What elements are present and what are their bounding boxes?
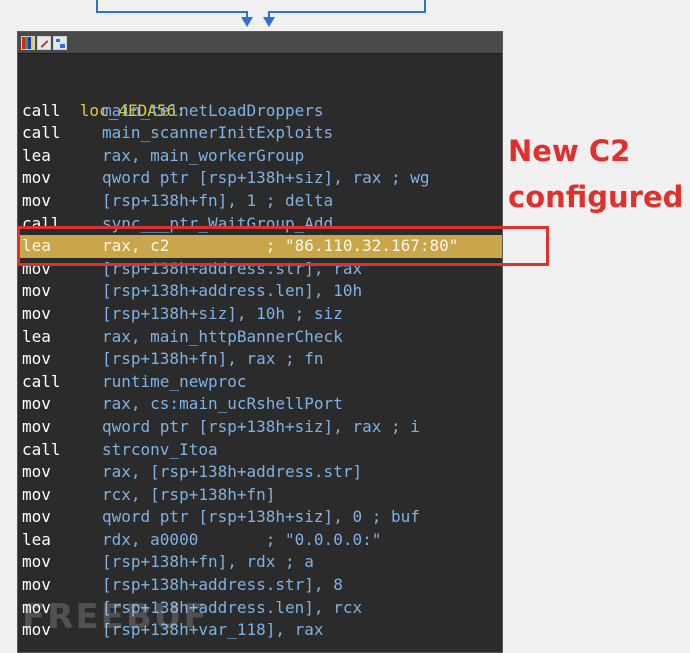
operands: [rsp+138h+siz], 10h ; siz — [102, 303, 343, 323]
mnemonic: mov — [22, 349, 51, 369]
operands: rcx, [rsp+138h+fn] — [102, 484, 276, 504]
mnemonic: lea — [22, 326, 51, 346]
code-label-line: loc_4EDA56: — [18, 77, 502, 120]
instruction-row[interactable]: mov [rsp+138h+fn], 1 ; delta — [18, 190, 502, 213]
instruction-row[interactable]: lea rax, main_httpBannerCheck — [18, 326, 502, 349]
operands: rax, main_workerGroup — [102, 145, 305, 165]
instruction-row[interactable]: mov rax, cs:main_ucRshellPort — [18, 393, 502, 416]
instruction-row[interactable]: mov qword ptr [rsp+138h+siz], rax ; i — [18, 416, 502, 439]
watermark: FREEBUF — [22, 597, 209, 637]
instruction-row[interactable]: lea rdx, a0000 ; "0.0.0.0:" — [18, 529, 502, 552]
mnemonic: mov — [22, 575, 51, 595]
arrow-down-icon — [241, 17, 253, 27]
operands: rax, cs:main_ucRshellPort — [102, 394, 343, 414]
mnemonic: mov — [22, 168, 51, 188]
operands: rax, main_httpBannerCheck — [102, 326, 343, 346]
operands: [rsp+138h+fn], rax ; fn — [102, 349, 324, 369]
code-listing: loc_4EDA56: call main_telnetLoadDroppers c… — [18, 77, 502, 642]
mnemonic: mov — [22, 281, 51, 301]
instruction-row[interactable]: mov [rsp+138h+fn], rdx ; a — [18, 551, 502, 574]
instruction-row[interactable]: mov qword ptr [rsp+138h+siz], rax ; wg — [18, 167, 502, 190]
operands: main_scannerInitExploits — [102, 123, 334, 143]
annotation-text: New C2 configured — [508, 128, 688, 220]
node-header[interactable] — [18, 32, 502, 54]
operands: runtime_newproc — [102, 371, 247, 391]
mnemonic: mov — [22, 303, 51, 323]
graph-edge-top-left — [96, 11, 248, 13]
mnemonic: call — [22, 100, 61, 120]
operands: [rsp+138h+fn], rdx ; a — [102, 552, 314, 572]
graph-icon[interactable] — [53, 35, 67, 50]
color-icon[interactable] — [21, 35, 35, 50]
instruction-row[interactable]: mov [rsp+138h+fn], rax ; fn — [18, 348, 502, 371]
mnemonic: mov — [22, 552, 51, 572]
annotation-line-2: configured — [508, 180, 684, 214]
instruction-row[interactable]: mov [rsp+138h+address.str], 8 — [18, 574, 502, 597]
operands: rax, [rsp+138h+address.str] — [102, 462, 363, 482]
instruction-row[interactable]: call main_scannerInitExploits — [18, 122, 502, 145]
operands: qword ptr [rsp+138h+siz], 0 ; buf — [102, 507, 420, 527]
operands: main_telnetLoadDroppers — [102, 100, 324, 120]
edit-icon[interactable] — [37, 35, 51, 50]
mnemonic: call — [22, 123, 61, 143]
instruction-row[interactable]: mov qword ptr [rsp+138h+siz], 0 ; buf — [18, 506, 502, 529]
mnemonic: lea — [22, 145, 51, 165]
instruction-row[interactable]: mov rcx, [rsp+138h+fn] — [18, 484, 502, 507]
instruction-row[interactable]: mov rax, [rsp+138h+address.str] — [18, 461, 502, 484]
instruction-row[interactable]: call strconv_Itoa — [18, 439, 502, 462]
operands: [rsp+138h+address.str], 8 — [102, 575, 343, 595]
mnemonic: mov — [22, 507, 51, 527]
graph-edge-top-right — [268, 11, 426, 13]
mnemonic: mov — [22, 190, 51, 210]
mnemonic: call — [22, 439, 61, 459]
instruction-row[interactable]: call runtime_newproc — [18, 371, 502, 394]
operands: qword ptr [rsp+138h+siz], rax ; wg — [102, 168, 430, 188]
mnemonic: mov — [22, 416, 51, 436]
operands: [rsp+138h+address.len], 10h — [102, 281, 363, 301]
mnemonic: mov — [22, 394, 51, 414]
mnemonic: mov — [22, 462, 51, 482]
disassembly-node[interactable]: loc_4EDA56: call main_telnetLoadDroppers c… — [17, 31, 503, 653]
mnemonic: lea — [22, 529, 51, 549]
instruction-row[interactable]: mov [rsp+138h+siz], 10h ; siz — [18, 303, 502, 326]
instruction-row[interactable]: lea rax, main_workerGroup — [18, 145, 502, 168]
arrow-down-icon — [263, 17, 275, 27]
operands: qword ptr [rsp+138h+siz], rax ; i — [102, 416, 420, 436]
instruction-row[interactable]: mov [rsp+138h+address.len], 10h — [18, 280, 502, 303]
mnemonic: call — [22, 371, 61, 391]
annotation-line-1: New C2 — [508, 134, 631, 168]
instruction-row[interactable]: call main_telnetLoadDroppers — [18, 100, 502, 123]
mnemonic: mov — [22, 484, 51, 504]
highlight-annotation-box — [17, 226, 549, 266]
operands: [rsp+138h+fn], 1 ; delta — [102, 190, 334, 210]
operands: strconv_Itoa — [102, 439, 218, 459]
operands: rdx, a0000 ; "0.0.0.0:" — [102, 529, 382, 549]
